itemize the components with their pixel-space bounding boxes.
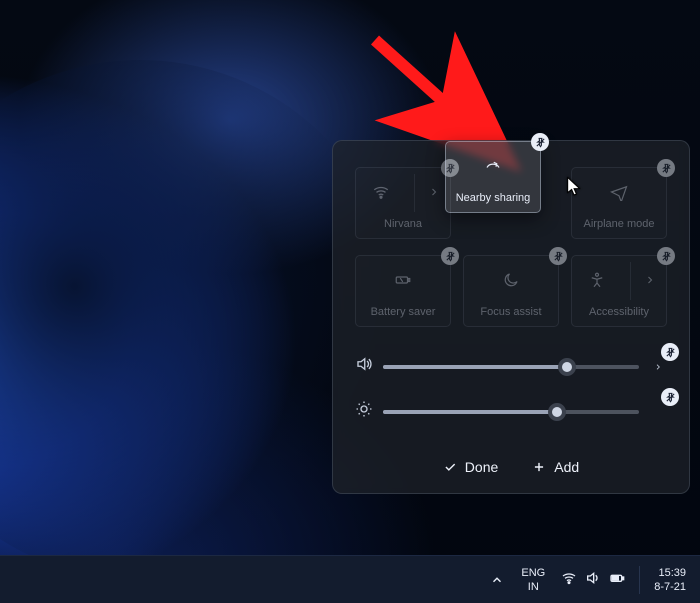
- speaker-icon: [585, 570, 601, 589]
- tile-label: Nearby sharing: [456, 192, 531, 204]
- unpin-icon[interactable]: [441, 247, 459, 265]
- sun-icon: [355, 400, 373, 423]
- taskbar: ENG IN 15:39 8-7-21: [0, 555, 700, 603]
- chevron-right-icon[interactable]: [649, 360, 667, 374]
- add-button[interactable]: Add: [532, 459, 579, 475]
- edit-bottom-bar: Done Add: [355, 449, 667, 479]
- wifi-icon: [372, 183, 390, 204]
- taskbar-clock[interactable]: 15:39 8-7-21: [648, 566, 692, 594]
- airplane-icon: [610, 183, 628, 204]
- mouse-cursor: [566, 176, 582, 203]
- accessibility-icon: [588, 271, 606, 292]
- tile-label: Nirvana: [384, 218, 422, 230]
- chevron-up-icon: [490, 573, 504, 587]
- unpin-icon[interactable]: [549, 247, 567, 265]
- tray-overflow-button[interactable]: [483, 556, 511, 603]
- tile-label: Airplane mode: [584, 218, 655, 230]
- tile-battery-saver[interactable]: Battery saver: [355, 255, 451, 327]
- check-icon: [443, 460, 457, 474]
- moon-icon: [502, 271, 520, 292]
- nearby-share-icon: [484, 157, 502, 178]
- tile-nearby-sharing[interactable]: Nearby sharing: [445, 141, 541, 213]
- done-label: Done: [465, 459, 498, 475]
- battery-icon: [609, 570, 625, 589]
- clock-date: 8-7-21: [654, 580, 686, 594]
- speaker-icon: [355, 355, 373, 378]
- tile-focus-assist[interactable]: Focus assist: [463, 255, 559, 327]
- brightness-slider[interactable]: [383, 410, 639, 414]
- tile-accessibility[interactable]: Accessibility: [571, 255, 667, 327]
- brightness-slider-row: [355, 400, 667, 423]
- unpin-icon[interactable]: [657, 159, 675, 177]
- add-label: Add: [554, 459, 579, 475]
- tile-label: Battery saver: [371, 306, 436, 318]
- quick-settings-tiles: Nirvana Nearby sharing Airplane mode: [355, 167, 667, 327]
- plus-icon: [532, 460, 546, 474]
- lang-line1: ENG: [521, 566, 545, 580]
- done-button[interactable]: Done: [443, 459, 498, 475]
- taskbar-divider: [639, 566, 640, 594]
- system-tray[interactable]: [555, 570, 631, 589]
- unpin-icon[interactable]: [661, 343, 679, 361]
- tile-wifi[interactable]: Nirvana: [355, 167, 451, 239]
- tile-label: Focus assist: [480, 306, 541, 318]
- unpin-icon[interactable]: [531, 133, 549, 151]
- chevron-right-icon[interactable]: [428, 186, 440, 201]
- volume-slider-row: [355, 355, 667, 378]
- tile-airplane-mode[interactable]: Airplane mode: [571, 167, 667, 239]
- chevron-right-icon[interactable]: [644, 274, 656, 289]
- unpin-icon[interactable]: [661, 388, 679, 406]
- lang-line2: IN: [521, 580, 545, 594]
- clock-time: 15:39: [654, 566, 686, 580]
- unpin-icon[interactable]: [657, 247, 675, 265]
- tile-label: Accessibility: [589, 306, 649, 318]
- battery-saver-icon: [394, 271, 412, 292]
- language-indicator[interactable]: ENG IN: [517, 566, 549, 594]
- wifi-icon: [561, 570, 577, 589]
- quick-settings-flyout: Nirvana Nearby sharing Airplane mode: [332, 140, 690, 494]
- volume-slider[interactable]: [383, 365, 639, 369]
